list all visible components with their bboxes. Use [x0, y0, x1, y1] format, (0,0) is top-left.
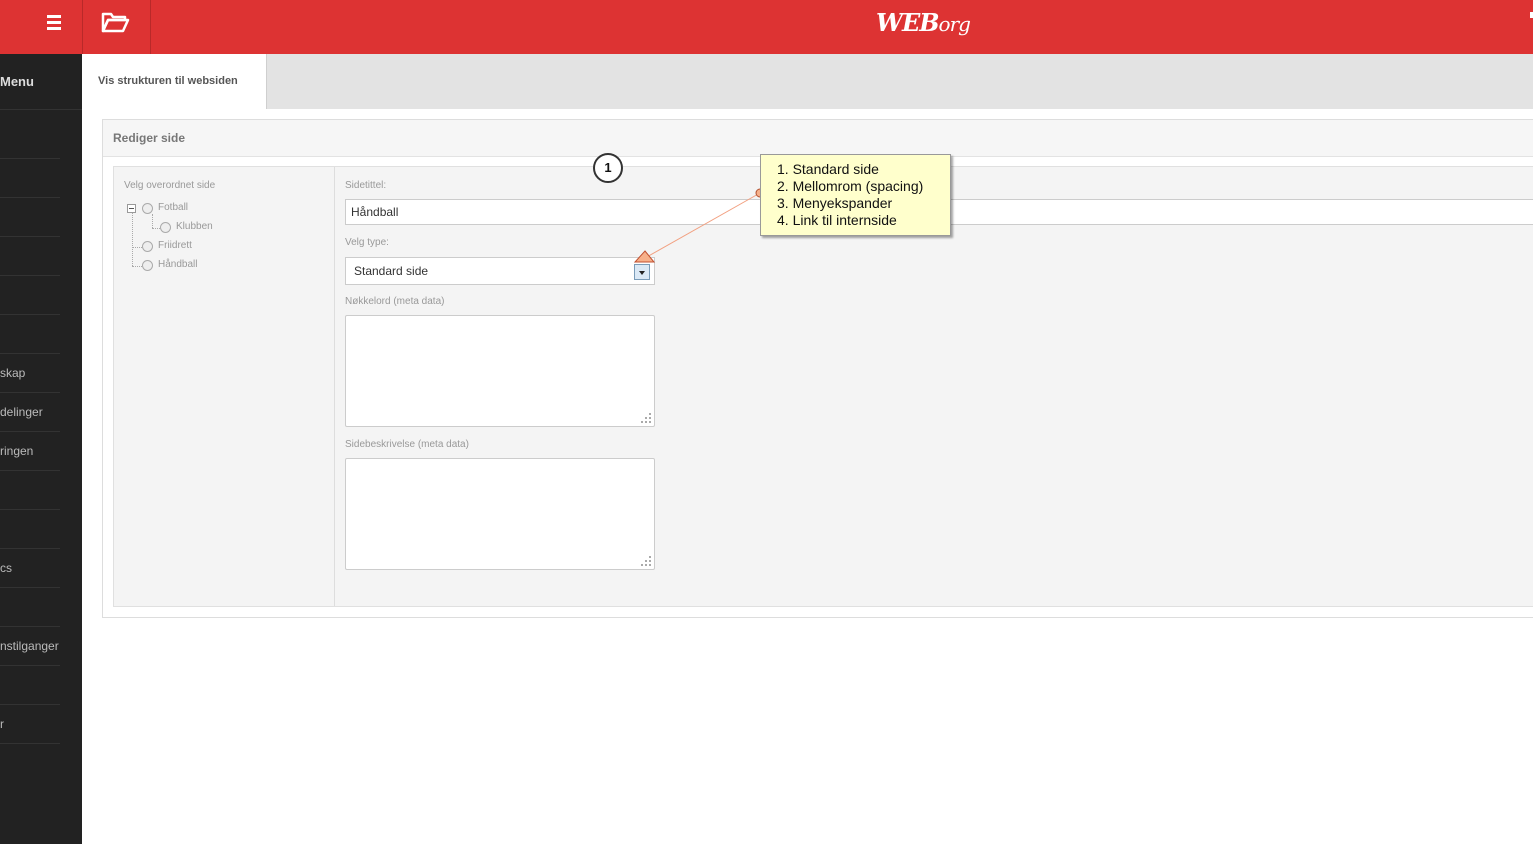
annotation-item: 4. Link til internside	[777, 212, 897, 228]
annotation-item: 2. Mellomrom (spacing)	[777, 178, 924, 194]
step-number-badge: 1	[593, 153, 623, 183]
annotation-item: 3. Menyekspander	[777, 195, 893, 211]
annotation-item: 1. Standard side	[777, 161, 879, 177]
annotation-note: 1. Standard side 2. Mellomrom (spacing) …	[760, 154, 951, 236]
annotation-arrow	[633, 188, 765, 263]
